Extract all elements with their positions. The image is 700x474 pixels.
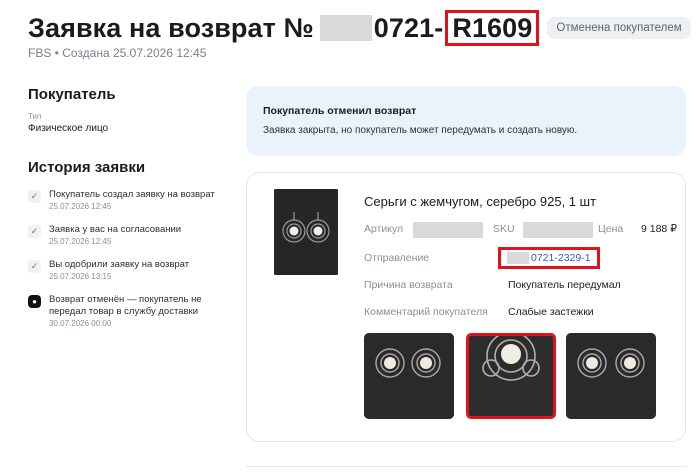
buyer-photo-1[interactable] xyxy=(364,333,454,419)
current-step-icon: ● xyxy=(28,295,41,308)
buyer-photo-3[interactable] xyxy=(566,333,656,419)
redacted-article xyxy=(413,222,483,238)
reason-label: Причина возврата xyxy=(364,279,453,291)
comment-label: Комментарий покупателя xyxy=(364,306,488,318)
history-item-text: Вы одобрили заявку на возврат xyxy=(49,259,190,270)
history-item: ✓ Вы одобрили заявку на возврат 25.07.20… xyxy=(28,259,228,281)
status-badge: Отменена покупателем xyxy=(547,17,691,39)
cancel-notice: Покупатель отменил возврат Заявка закрыт… xyxy=(246,86,686,156)
sku-label: SKU xyxy=(493,223,515,235)
buyer-type-value: Физическое лицо xyxy=(28,123,109,134)
buyer-heading: Покупатель xyxy=(28,86,116,103)
history-item-date: 25.07.2026 12:45 xyxy=(49,237,112,246)
product-card: Серьги с жемчугом, серебро 925, 1 шт Арт… xyxy=(246,172,686,442)
history-item-text: Заявка у вас на согласовании xyxy=(49,224,182,235)
title-number-mid: 0721- xyxy=(373,12,444,43)
history-item-date: 25.07.2026 12:45 xyxy=(49,202,112,211)
price-value: 9 188 ₽ xyxy=(641,223,677,235)
notice-text: Заявка закрыта, но покупатель может пере… xyxy=(263,125,578,136)
divider xyxy=(246,466,686,467)
product-name: Серьги с жемчугом, серебро 925, 1 шт xyxy=(364,194,597,209)
check-icon: ✓ xyxy=(28,225,41,238)
history-item-date: 25.07.2026 13:15 xyxy=(49,272,112,281)
history-item: ✓ Заявка у вас на согласовании 25.07.202… xyxy=(28,224,228,246)
buyer-photo-2[interactable] xyxy=(466,333,556,419)
redacted-sku xyxy=(523,222,593,238)
comment-value: Слабые застежки xyxy=(508,306,594,318)
history-item-text: Покупатель создал заявку на возврат xyxy=(49,189,215,200)
history-item-text: Возврат отменён — покупатель не передал … xyxy=(49,294,202,317)
shipment-label: Отправление xyxy=(364,252,430,264)
history-heading: История заявки xyxy=(28,159,146,176)
redacted-shipment-prefix xyxy=(507,252,529,264)
title-number-suffix: R1609 xyxy=(445,10,540,46)
page-header: Заявка на возврат № 0721- R1609 Отменена… xyxy=(28,10,691,46)
shipment-number[interactable]: 0721-2329-1 xyxy=(531,252,591,264)
history-list: ✓ Покупатель создал заявку на возврат 25… xyxy=(28,189,228,341)
notice-title: Покупатель отменил возврат xyxy=(263,105,417,117)
reason-value: Покупатель передумал xyxy=(508,279,621,291)
history-item: ● Возврат отменён — покупатель не переда… xyxy=(28,294,228,328)
article-label: Артикул xyxy=(364,223,404,235)
product-thumbnail[interactable] xyxy=(274,189,338,275)
page-title: Заявка на возврат № 0721- R1609 xyxy=(28,10,540,46)
title-prefix: Заявка на возврат № xyxy=(28,12,314,43)
history-item: ✓ Покупатель создал заявку на возврат 25… xyxy=(28,189,228,211)
shipment-link[interactable]: 0721-2329-1 xyxy=(498,247,600,269)
buyer-type-label: Тип xyxy=(28,112,42,121)
history-item-date: 30.07.2026 00:00 xyxy=(49,319,112,328)
page-subtitle: FBS • Создана 25.07.2026 12:45 xyxy=(28,46,207,60)
check-icon: ✓ xyxy=(28,260,41,273)
redacted-number xyxy=(319,15,372,41)
check-icon: ✓ xyxy=(28,190,41,203)
price-label: Цена xyxy=(598,223,624,235)
